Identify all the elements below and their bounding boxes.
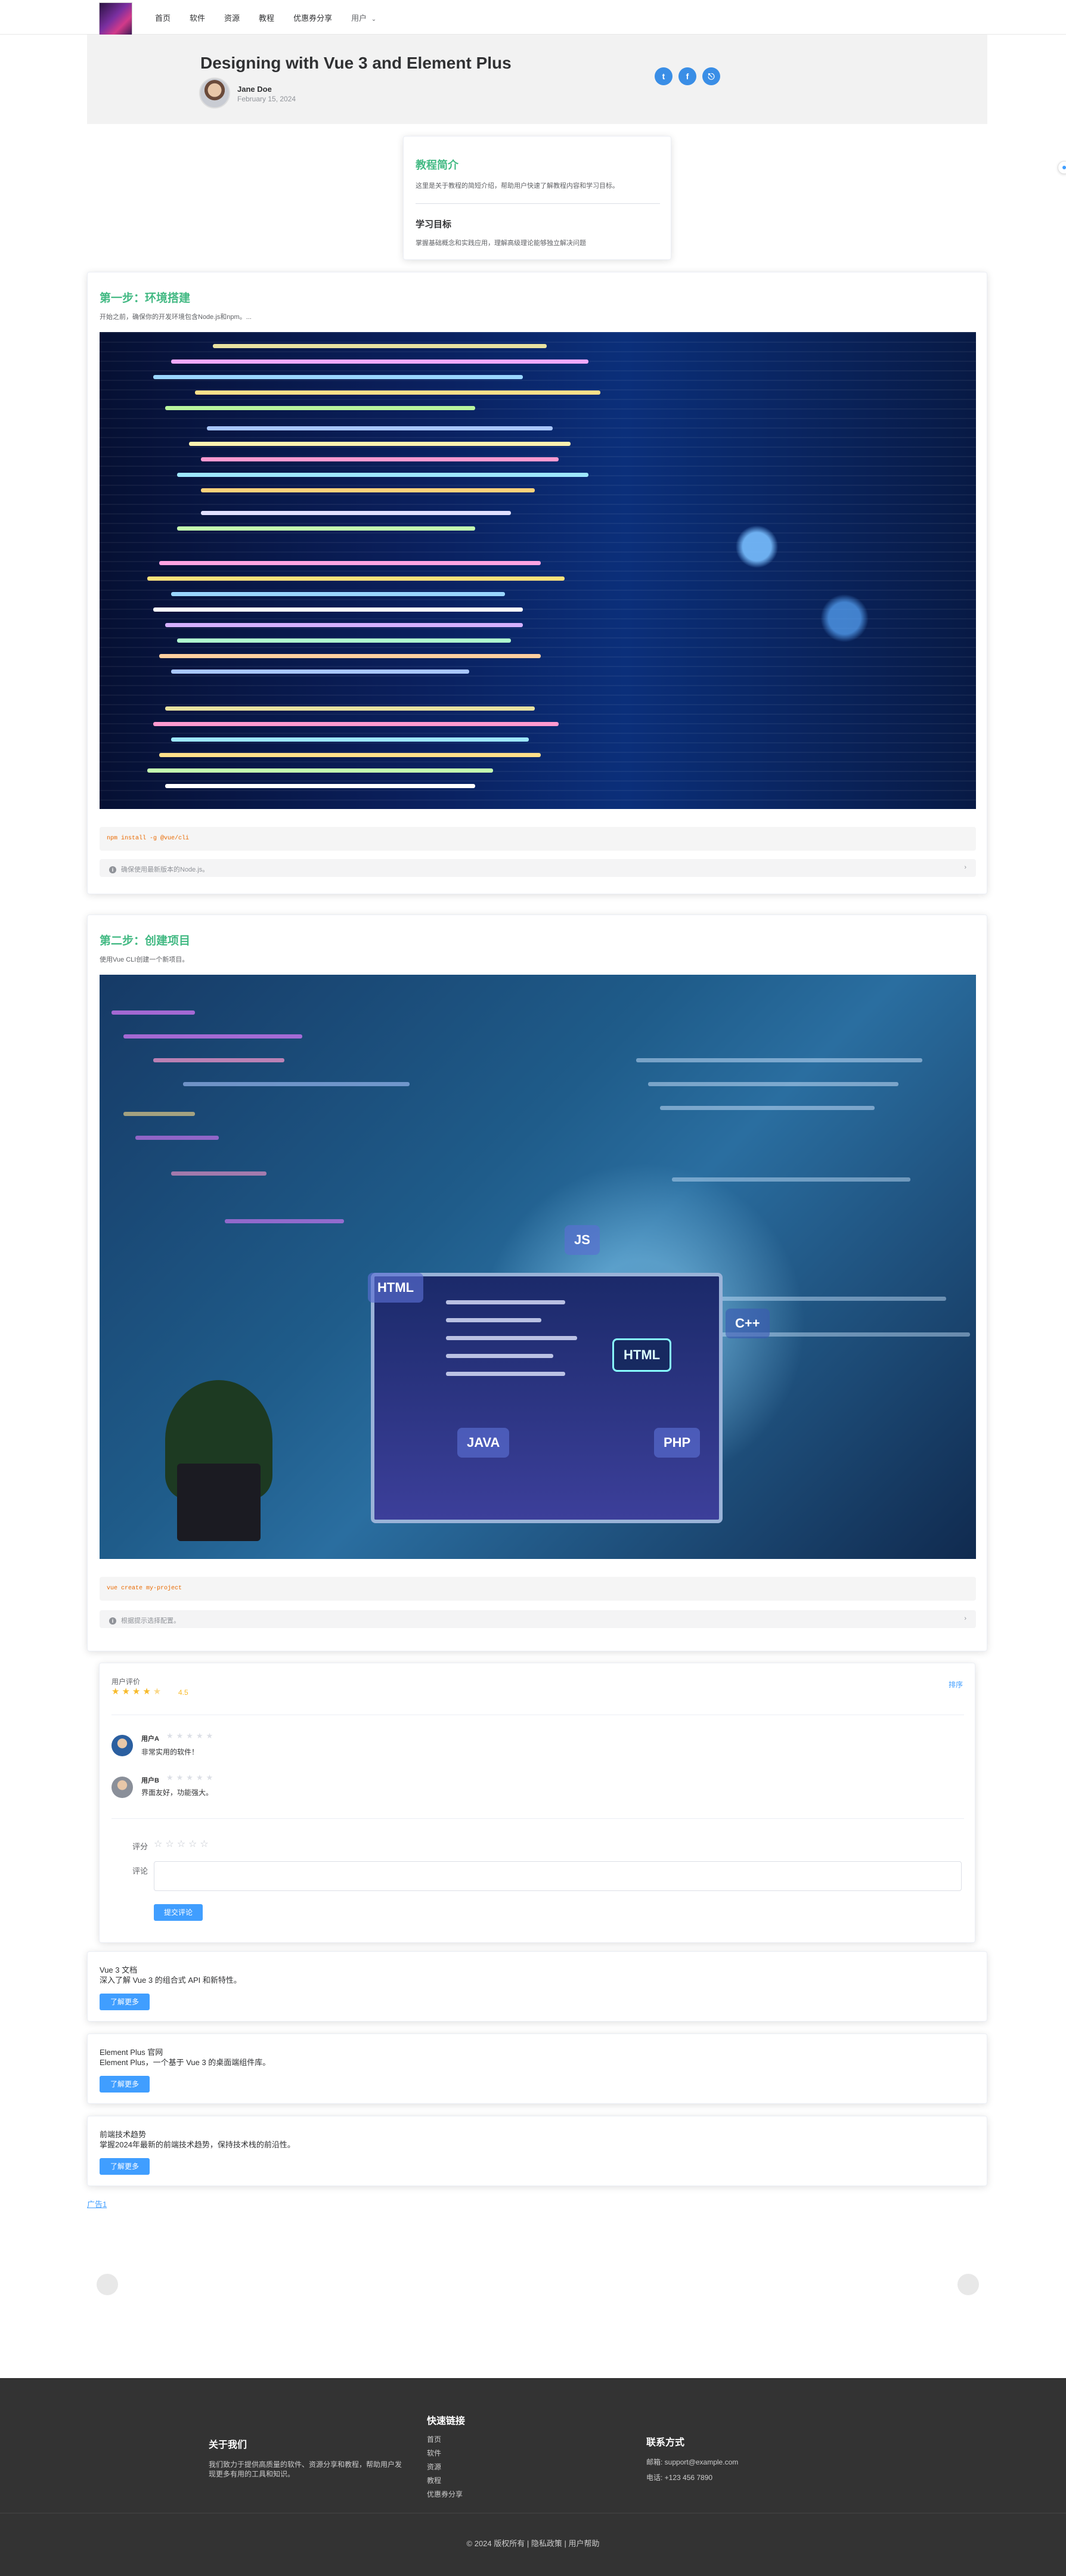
reviews-label: 用户评价 [111,1678,141,1686]
footer-link[interactable]: 资源 [427,2462,441,2472]
chevron-right-icon: › [964,1615,966,1622]
learn-more-button[interactable]: 了解更多 [100,1994,150,2010]
carousel-prev-button[interactable] [97,2274,118,2295]
nav-item-tutorials[interactable]: 教程 [259,12,274,23]
goal-text: 掌握基础概念和实践应用，理解高级理论能够独立解决问题 [416,240,586,247]
resource-card: Element Plus 官网 Element Plus，一个基于 Vue 3 … [87,2033,987,2104]
goal-title: 学习目标 [416,219,452,230]
chevron-right-icon: › [964,864,966,871]
footer-about-title: 关于我们 [209,2440,247,2450]
collapse-note[interactable]: i 确保使用最新版本的Node.js。 › [100,859,976,877]
step-title: 第一步：环境搭建 [100,292,191,305]
tag-html-center: HTML [612,1338,672,1372]
review-author: 用户B [141,1777,159,1784]
sort-link[interactable]: 排序 [949,1679,963,1690]
comment-label: 评论 [132,1867,148,1876]
review-rating-stars: ★★★★★ [166,1773,216,1782]
footer-link[interactable]: 软件 [427,2448,441,2458]
carousel-next-button[interactable] [957,2274,979,2295]
learn-more-button[interactable]: 了解更多 [100,2158,150,2175]
review-text: 界面友好，功能强大。 [141,1788,213,1797]
note-text: 确保使用最新版本的Node.js。 [121,866,209,873]
intro-divider [416,203,660,204]
code-snippet: vue create my-project [100,1577,976,1601]
footer-link[interactable]: 优惠券分享 [427,2489,463,2499]
step-card-1: 第一步：环境搭建 开始之前，确保你的开发环境包含Node.js和npm。... … [87,272,987,894]
user-menu[interactable]: 用户 ⌄ [351,12,376,23]
note-text: 根据提示选择配置。 [121,1617,180,1625]
site-logo[interactable] [99,2,132,36]
author-avatar [199,78,230,109]
footer-link[interactable]: 教程 [427,2475,441,2485]
nav-menu: 首页 软件 资源 教程 优惠券分享 用户 ⌄ [145,0,386,35]
rating-input-stars[interactable]: ☆☆☆☆☆ [154,1838,212,1850]
reviews-card: 用户评价 ★★★★★ 4.5 排序 用户A ★★★★★ 非常实用的软件！ 用户B… [99,1663,975,1943]
tag-html: HTML [368,1273,424,1303]
code-snippet: npm install -g @vue/cli [100,827,976,851]
review-author: 用户A [141,1735,159,1743]
form-divider [111,1818,964,1819]
footer-about-text: 现更多有用的工具和知识。 [209,2470,295,2478]
collapse-note[interactable]: i 根据提示选择配置。 › [100,1610,976,1628]
tag-js: JS [565,1225,600,1255]
ad-link[interactable]: 广告1 [87,2198,107,2209]
intro-title: 教程简介 [416,159,458,171]
footer-phone: 电话: +123 456 7890 [646,2473,713,2482]
average-rating-score: 4.5 [178,1688,188,1697]
tutorial-intro-card: 教程简介 这里是关于教程的简短介绍，帮助用户快速了解教程内容和学习目标。 学习目… [403,136,671,260]
nav-item-resources[interactable]: 资源 [224,12,240,23]
footer-copyright: © 2024 版权所有 | 隐私政策 | 用户帮助 [0,2513,1066,2549]
footer-links-title: 快速链接 [427,2416,466,2426]
intro-text: 这里是关于教程的简短介绍，帮助用户快速了解教程内容和学习目标。 [416,182,619,190]
floating-side-button[interactable] [1058,161,1066,174]
footer-email: 邮箱: support@example.com [646,2458,739,2466]
nav-item-coupons[interactable]: 优惠券分享 [293,12,332,23]
code-screen-image [100,332,976,809]
twitter-icon[interactable]: t [655,67,673,85]
review-rating-stars: ★★★★★ [166,1731,216,1740]
resource-desc: 掌握2024年最新的前端技术趋势，保持技术栈的前沿性。 [100,2140,295,2149]
footer-contact-title: 联系方式 [646,2438,685,2448]
average-rating-stars: ★★★★★ [111,1687,164,1697]
footer-link[interactable]: 首页 [427,2434,441,2444]
info-icon: i [109,866,116,873]
step-desc: 开始之前，确保你的开发环境包含Node.js和npm。... [100,314,252,321]
avatar [111,1735,133,1756]
publish-date: February 15, 2024 [237,95,296,103]
chevron-down-icon: ⌄ [371,16,377,23]
plant-pot [177,1464,261,1541]
info-icon: i [109,1617,116,1625]
facebook-icon[interactable]: f [678,67,696,85]
resource-desc: Element Plus，一个基于 Vue 3 的桌面端组件库。 [100,2058,271,2067]
avatar [111,1777,133,1798]
laptop-code-image: HTML JS JAVA PHP C++ HTML [100,975,976,1559]
step-card-2: 第二步：创建项目 使用Vue CLI创建一个新项目。 HTML JS JAVA … [87,915,987,1651]
link-icon[interactable]: ⎋ [702,67,720,85]
top-nav: 首页 软件 资源 教程 优惠券分享 用户 ⌄ [0,0,1066,36]
article-header: Designing with Vue 3 and Element Plus Ja… [87,35,987,124]
comment-textarea[interactable] [154,1861,962,1891]
resource-desc: 深入了解 Vue 3 的组合式 API 和新特性。 [100,1976,241,1985]
review-text: 非常实用的软件！ [141,1748,199,1756]
article-title: Designing with Vue 3 and Element Plus [200,54,512,72]
footer-about-text: 我们致力于提供高质量的软件、资源分享和教程，帮助用户发 [209,2460,402,2469]
step-desc: 使用Vue CLI创建一个新项目。 [100,956,189,963]
resource-card: 前端技术趋势 掌握2024年最新的前端技术趋势，保持技术栈的前沿性。 了解更多 [87,2116,987,2186]
tag-java: JAVA [457,1428,510,1458]
tag-php: PHP [654,1428,701,1458]
user-menu-label: 用户 [351,13,367,23]
step-title: 第二步：创建项目 [100,935,191,947]
nav-item-software[interactable]: 软件 [190,12,205,23]
rating-label: 评分 [132,1842,148,1851]
laptop [371,1273,723,1523]
tag-cpp: C++ [726,1309,770,1338]
nav-item-home[interactable]: 首页 [155,12,171,23]
author-name: Jane Doe [237,85,272,94]
resource-card: Vue 3 文档 深入了解 Vue 3 的组合式 API 和新特性。 了解更多 [87,1951,987,2022]
submit-review-button[interactable]: 提交评论 [154,1904,203,1921]
learn-more-button[interactable]: 了解更多 [100,2076,150,2093]
